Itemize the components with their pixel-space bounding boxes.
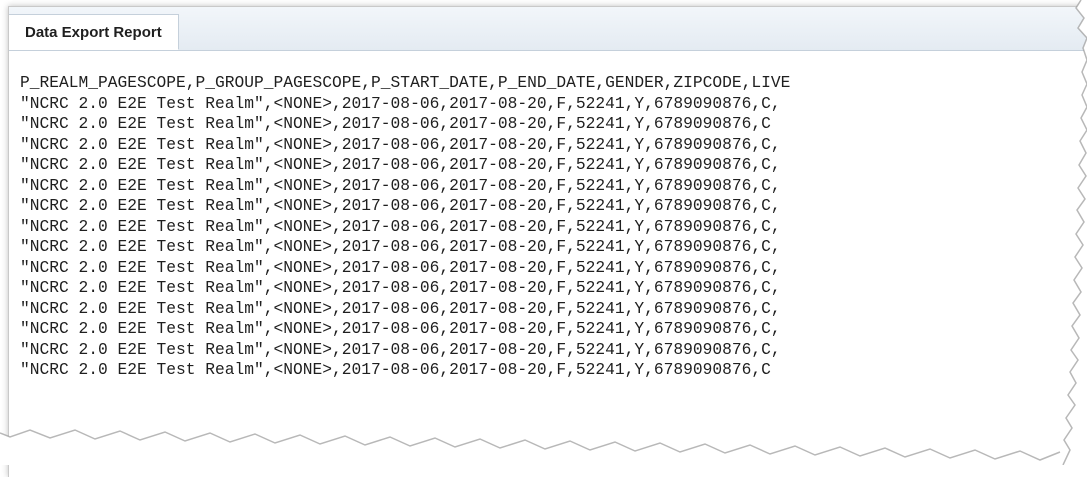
report-content: P_REALM_PAGESCOPE,P_GROUP_PAGESCOPE,P_ST… xyxy=(20,73,1087,477)
csv-row: "NCRC 2.0 E2E Test Realm",<NONE>,2017-08… xyxy=(20,114,771,133)
csv-row: "NCRC 2.0 E2E Test Realm",<NONE>,2017-08… xyxy=(20,298,781,318)
csv-row: "NCRC 2.0 E2E Test Realm",<NONE>,2017-08… xyxy=(20,134,781,154)
csv-row: "NCRC 2.0 E2E Test Realm",<NONE>,2017-08… xyxy=(20,278,781,297)
csv-row: "NCRC 2.0 E2E Test Realm",<NONE>,2017-08… xyxy=(20,155,781,174)
report-window: Data Export Report P_REALM_PAGESCOPE,P_G… xyxy=(8,6,1087,477)
csv-row: "NCRC 2.0 E2E Test Realm",<NONE>,2017-08… xyxy=(20,339,781,359)
csv-row: "NCRC 2.0 E2E Test Realm",<NONE>,2017-08… xyxy=(20,257,781,277)
csv-row: "NCRC 2.0 E2E Test Realm",<NONE>,2017-08… xyxy=(20,196,781,215)
tab-data-export-report[interactable]: Data Export Report xyxy=(9,14,179,50)
csv-row: "NCRC 2.0 E2E Test Realm",<NONE>,2017-08… xyxy=(20,319,781,338)
tab-bar: Data Export Report xyxy=(9,7,1087,51)
csv-row: "NCRC 2.0 E2E Test Realm",<NONE>,2017-08… xyxy=(20,216,781,236)
csv-header-line: P_REALM_PAGESCOPE,P_GROUP_PAGESCOPE,P_ST… xyxy=(20,73,791,92)
csv-row: "NCRC 2.0 E2E Test Realm",<NONE>,2017-08… xyxy=(20,175,781,195)
csv-row: "NCRC 2.0 E2E Test Realm",<NONE>,2017-08… xyxy=(20,93,781,113)
csv-row: "NCRC 2.0 E2E Test Realm",<NONE>,2017-08… xyxy=(20,360,771,379)
csv-row: "NCRC 2.0 E2E Test Realm",<NONE>,2017-08… xyxy=(20,237,781,256)
tab-label: Data Export Report xyxy=(25,23,162,41)
